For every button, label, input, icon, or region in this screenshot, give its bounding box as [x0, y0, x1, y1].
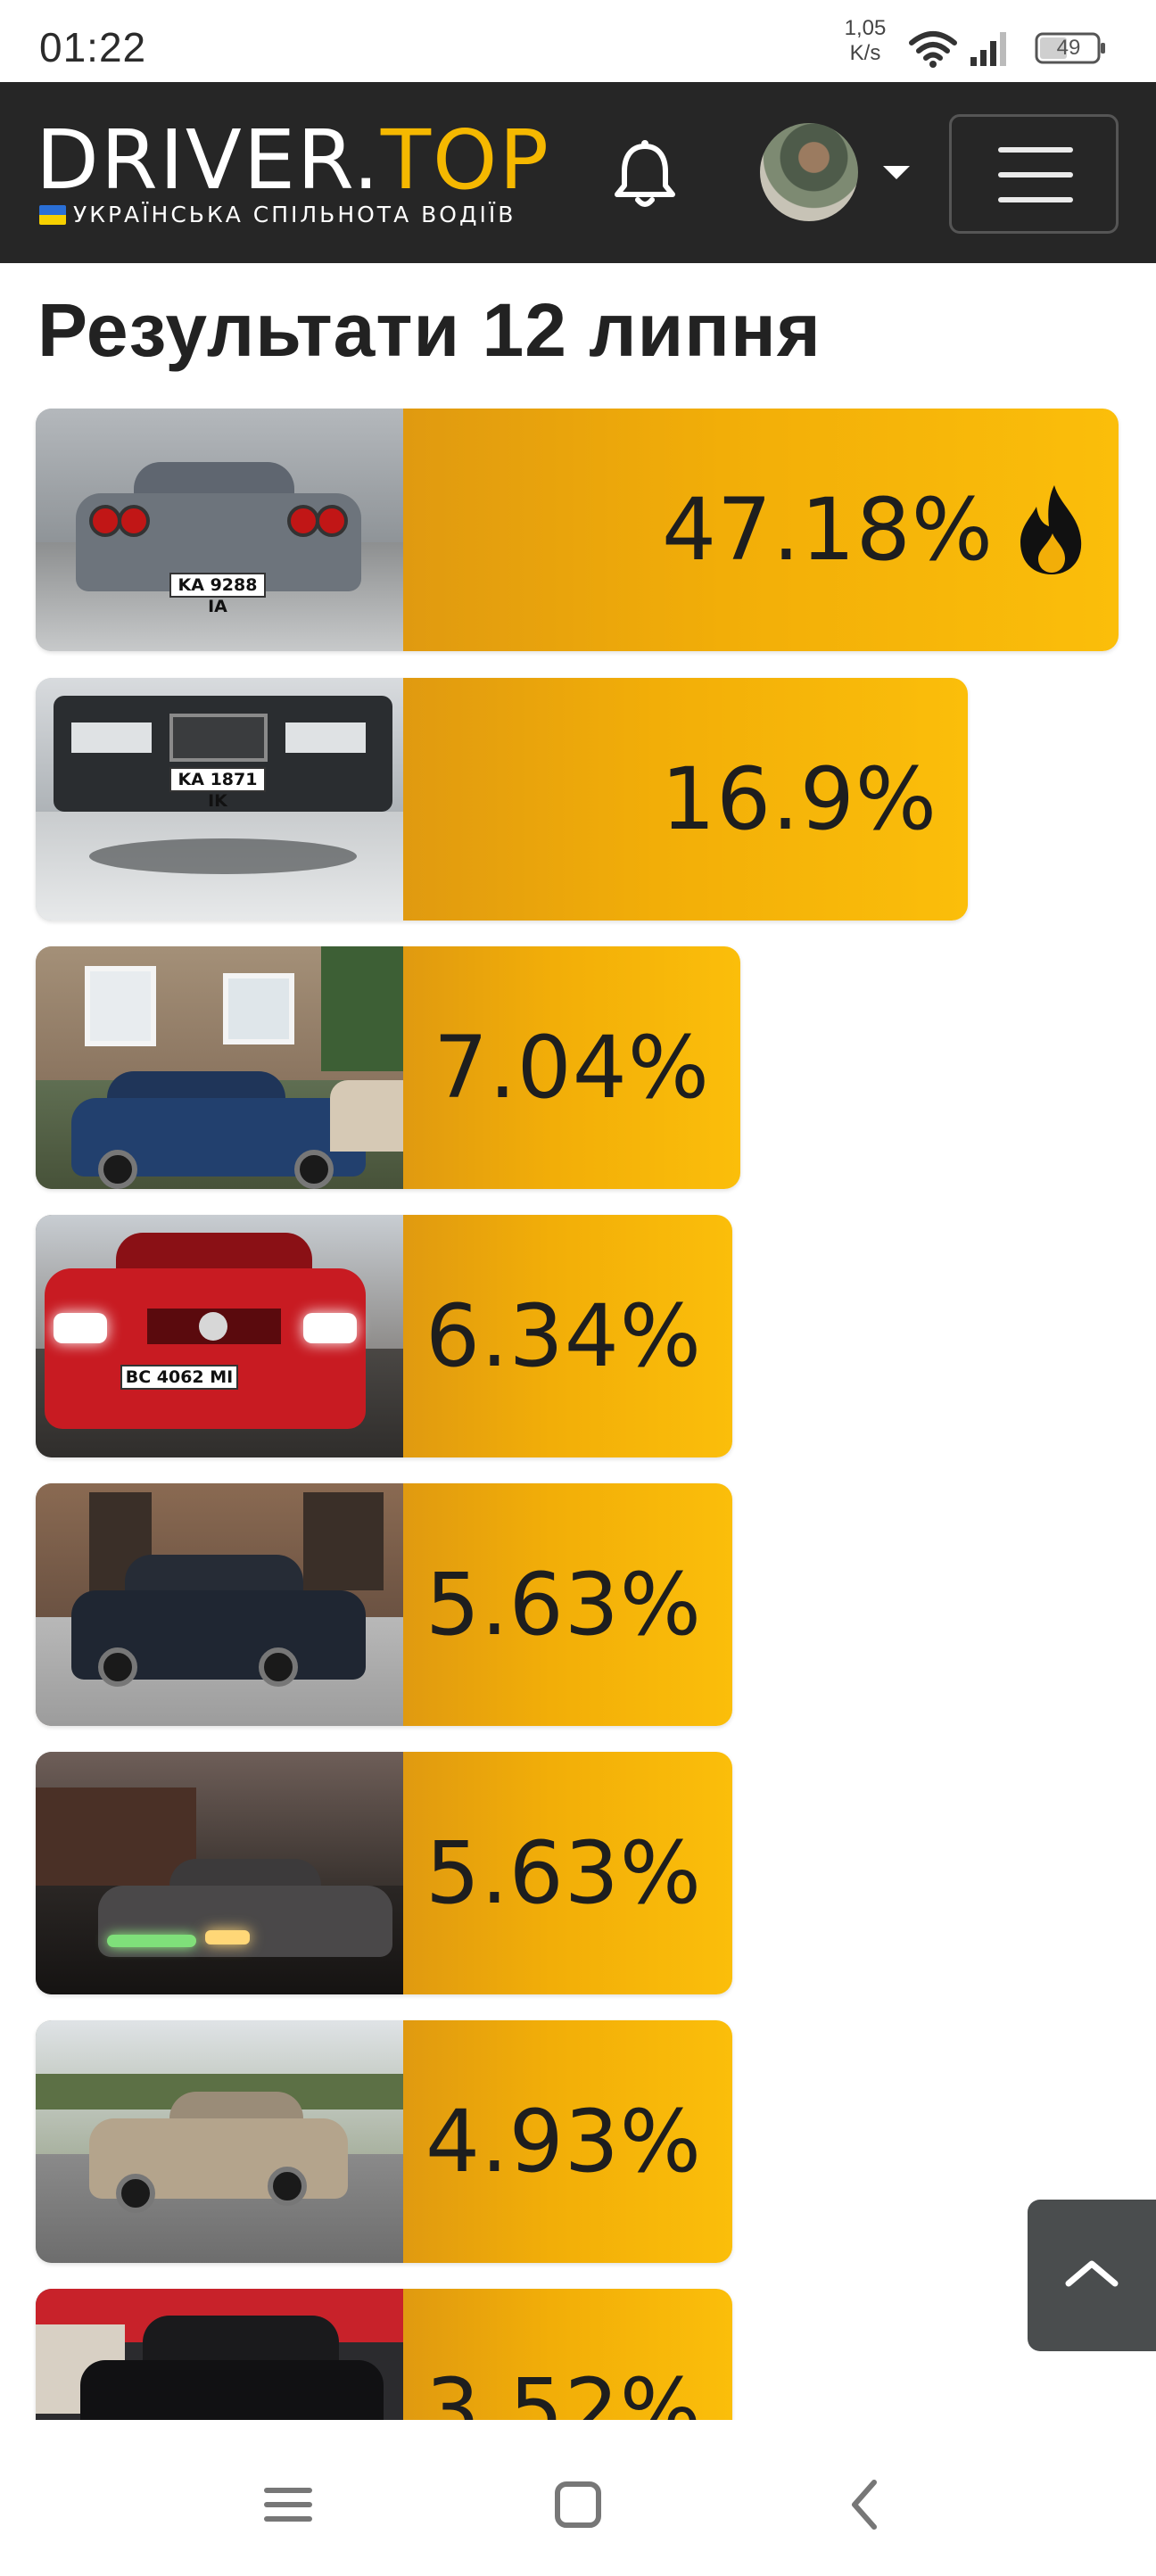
home-square-icon[interactable] — [547, 2473, 609, 2536]
fire-icon — [1020, 485, 1082, 574]
percent-bar: 7.04% — [403, 946, 740, 1189]
result-row[interactable]: 3.52% — [36, 2289, 732, 2420]
avatar[interactable] — [760, 123, 858, 221]
logo-tagline-text: УКРАЇНСЬКА СПІЛЬНОТА ВОДІЇВ — [73, 202, 516, 227]
menu-icon-line — [998, 172, 1073, 178]
logo-tagline: УКРАЇНСЬКА СПІЛЬНОТА ВОДІЇВ — [39, 202, 516, 227]
chevron-up-icon — [1065, 2260, 1119, 2287]
percent-bar: 3.52% — [403, 2289, 732, 2420]
network-speed-unit: K/s — [849, 41, 881, 65]
car-photo — [36, 1752, 403, 1994]
bell-icon[interactable] — [612, 139, 678, 211]
status-bar: 01:22 1,05 K/s 49 — [0, 0, 1156, 82]
result-row[interactable]: 5.63% — [36, 1483, 732, 1726]
percent-bar: 4.93% — [403, 2020, 732, 2263]
percent-bar: 47.18% — [403, 409, 1119, 651]
result-row[interactable]: 7.04% — [36, 946, 740, 1189]
result-row[interactable]: KA 9288 IA 47.18% — [36, 409, 1119, 651]
percent-value: 5.63% — [425, 1555, 702, 1655]
car-photo — [36, 1483, 403, 1726]
wifi-icon — [909, 31, 957, 68]
percent-value: 7.04% — [434, 1018, 710, 1118]
result-row[interactable]: 4.93% — [36, 2020, 732, 2263]
network-speed: 1,05 K/s — [838, 16, 892, 66]
logo-text: DRIVER. — [36, 112, 381, 208]
percent-value: 3.52% — [425, 2360, 702, 2420]
ukraine-flag-icon — [39, 204, 66, 225]
site-logo[interactable]: DRIVER.TOP — [36, 118, 550, 203]
car-photo: KA 9288 IA — [36, 409, 403, 651]
car-photo — [36, 2289, 403, 2420]
percent-bar: 5.63% — [403, 1752, 732, 1994]
battery-level: 49 — [1056, 36, 1081, 60]
result-row[interactable]: 5.63% — [36, 1752, 732, 1994]
car-photo — [36, 2020, 403, 2263]
percent-value: 6.34% — [425, 1286, 702, 1386]
car-photo — [36, 946, 403, 1189]
network-speed-value: 1,05 — [844, 16, 887, 40]
percent-value: 47.18% — [661, 480, 994, 580]
percent-bar: 5.63% — [403, 1483, 732, 1726]
page-title: Результати 12 липня — [37, 288, 822, 372]
system-nav-bar — [0, 2420, 1156, 2576]
car-photo: BC 4062 MI — [36, 1215, 403, 1457]
result-row[interactable]: KA 1871 IK 16.9% — [36, 678, 968, 921]
scroll-to-top-button[interactable] — [1028, 2200, 1156, 2351]
license-plate: KA 1871 IK — [169, 767, 266, 811]
site-header: DRIVER.TOP УКРАЇНСЬКА СПІЛЬНОТА ВОДІЇВ — [0, 82, 1156, 263]
percent-value: 5.63% — [425, 1823, 702, 1923]
menu-button[interactable] — [949, 114, 1119, 234]
menu-icon-line — [998, 197, 1073, 202]
car-photo: KA 1871 IK — [36, 678, 403, 921]
percent-value: 4.93% — [425, 2092, 702, 2192]
signal-icon — [970, 32, 1006, 66]
logo-accent: TOP — [380, 112, 550, 208]
status-time: 01:22 — [39, 24, 147, 70]
menu-nav-icon[interactable] — [257, 2473, 319, 2536]
license-plate: KA 9288 IA — [169, 573, 266, 616]
percent-value: 16.9% — [661, 749, 937, 849]
chevron-down-icon[interactable] — [883, 166, 910, 179]
percent-bar: 16.9% — [403, 678, 968, 921]
percent-bar: 6.34% — [403, 1215, 732, 1457]
results-list: KA 9288 IA 47.18% KA 1871 IK 16.9% 7.04%… — [0, 409, 1156, 2420]
menu-icon — [998, 147, 1073, 153]
result-row[interactable]: BC 4062 MI 6.34% — [36, 1215, 732, 1457]
license-plate: BC 4062 MI — [120, 1365, 238, 1390]
back-chevron-icon[interactable] — [835, 2473, 897, 2536]
